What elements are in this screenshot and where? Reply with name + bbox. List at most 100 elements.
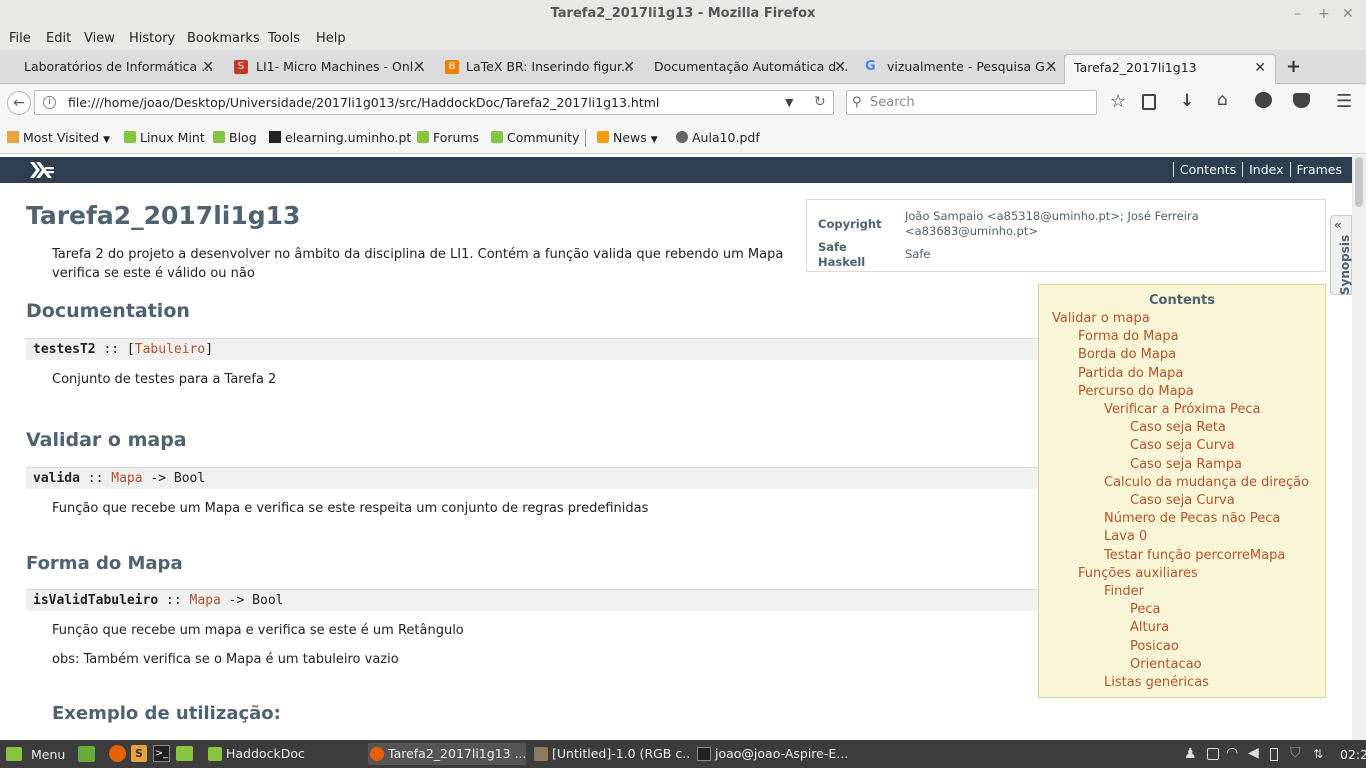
home-icon[interactable]: ⌂ bbox=[1217, 90, 1228, 110]
bookmark-community[interactable]: Community bbox=[491, 130, 579, 145]
task-terminal[interactable]: joao@joao-Aspire-E... bbox=[695, 743, 850, 765]
hamburger-menu-icon[interactable]: ☰ bbox=[1336, 93, 1352, 111]
bookmark-news[interactable]: News ▼ bbox=[597, 130, 658, 145]
toc-link[interactable]: Finder bbox=[1104, 584, 1144, 599]
scrollbar-thumb[interactable] bbox=[1355, 157, 1363, 207]
page-scrollbar[interactable] bbox=[1352, 155, 1366, 740]
bookmark-aula10[interactable]: Aula10.pdf bbox=[676, 130, 760, 145]
toc-link[interactable]: Partida do Mapa bbox=[1078, 366, 1183, 381]
menu-bookmarks[interactable]: Bookmarks bbox=[187, 31, 260, 46]
clock[interactable]: 02:29 bbox=[1340, 747, 1366, 762]
bookmark-forums[interactable]: Forums bbox=[417, 130, 479, 145]
pocket-icon[interactable] bbox=[1293, 93, 1310, 108]
url-bar[interactable]: i file:///home/joao/Desktop/Universidade… bbox=[34, 90, 834, 115]
toc-link[interactable]: Peca bbox=[1130, 602, 1161, 617]
network-icon[interactable]: ⇅ bbox=[1313, 747, 1323, 761]
menu-edit[interactable]: Edit bbox=[46, 31, 71, 46]
decl-name[interactable]: isValidTabuleiro bbox=[33, 593, 158, 608]
toc-link[interactable]: Percurso do Mapa bbox=[1078, 384, 1194, 399]
shield-icon[interactable]: ⛉ bbox=[1290, 745, 1301, 761]
new-tab-icon[interactable]: + bbox=[1286, 56, 1301, 77]
menu-view[interactable]: View bbox=[84, 31, 115, 46]
reader-list-icon[interactable] bbox=[1142, 94, 1156, 110]
toc-link[interactable]: Testar função percorreMapa bbox=[1104, 548, 1285, 563]
toc-link[interactable]: Forma do Mapa bbox=[1078, 329, 1179, 344]
toc-link[interactable]: Altura bbox=[1130, 620, 1169, 635]
menu-tools[interactable]: Tools bbox=[268, 31, 300, 46]
close-tab-icon[interactable]: ✕ bbox=[202, 54, 214, 80]
search-input[interactable]: ⚲ Search bbox=[846, 90, 1097, 115]
bookmark-most-visited[interactable]: Most Visited ▼ bbox=[7, 130, 110, 145]
minimize-icon[interactable]: – bbox=[1294, 0, 1301, 28]
toc-link[interactable]: Borda do Mapa bbox=[1078, 347, 1176, 362]
toc-link[interactable]: Número de Pecas não Peca bbox=[1104, 511, 1280, 526]
firefox-launcher-icon[interactable] bbox=[109, 745, 126, 762]
type-link[interactable]: Mapa bbox=[190, 593, 221, 608]
close-window-icon[interactable]: ✕ bbox=[1342, 0, 1354, 28]
toc-link[interactable]: Caso seja Curva bbox=[1130, 493, 1235, 508]
toc-link[interactable]: Listas genéricas bbox=[1104, 675, 1209, 690]
reload-icon[interactable]: ↻ bbox=[814, 91, 826, 114]
tab-bar: Laboratórios de Informática ... ✕ S LI1-… bbox=[0, 50, 1366, 84]
close-tab-icon[interactable]: ✕ bbox=[1045, 54, 1057, 80]
header-link-frames[interactable]: Frames bbox=[1289, 162, 1348, 177]
volume-icon[interactable]: ◀ bbox=[1248, 745, 1259, 761]
bookmark-blog[interactable]: Blog bbox=[213, 130, 257, 145]
tab-documentacao[interactable]: Documentação Automática d... ✕ bbox=[650, 54, 850, 84]
toc-link[interactable]: Caso seja Curva bbox=[1130, 438, 1235, 453]
files-launcher-icon[interactable] bbox=[176, 746, 193, 761]
header-link-contents[interactable]: Contents bbox=[1172, 162, 1243, 177]
synopsis-tab[interactable]: « Synopsis bbox=[1330, 215, 1352, 295]
terminal-launcher-icon[interactable]: >_ bbox=[153, 745, 170, 762]
bookmark-linux-mint[interactable]: Linux Mint bbox=[124, 130, 205, 145]
decl-end: ] bbox=[205, 342, 214, 357]
tab-latex[interactable]: B LaTeX BR: Inserindo figur... ✕ bbox=[441, 54, 639, 84]
task-firefox[interactable]: Tarefa2_2017li1g13 ... bbox=[368, 743, 526, 765]
toc-link[interactable]: Caso seja Rampa bbox=[1130, 457, 1242, 472]
toc-link[interactable]: Calculo da mudança de direção bbox=[1104, 475, 1309, 490]
chevron-down-icon[interactable]: ▼ bbox=[785, 91, 793, 114]
hello-chat-icon[interactable] bbox=[1255, 92, 1272, 108]
close-tab-icon[interactable]: ✕ bbox=[413, 54, 425, 80]
close-tab-icon[interactable]: ✕ bbox=[623, 54, 635, 80]
bookmark-label: Aula10.pdf bbox=[692, 130, 760, 145]
tab-li1[interactable]: S LI1- Micro Machines - Onl... ✕ bbox=[229, 54, 429, 84]
description-line: verifica se este é válido ou não bbox=[52, 266, 255, 281]
task-gimp[interactable]: [Untitled]-1.0 (RGB c... bbox=[532, 743, 690, 765]
star-bookmark-icon[interactable]: ☆ bbox=[1110, 91, 1126, 112]
toc-link[interactable]: Lava 0 bbox=[1104, 529, 1147, 544]
close-tab-icon[interactable]: ✕ bbox=[1254, 55, 1266, 81]
toc-link[interactable]: Verificar a Próxima Peca bbox=[1104, 402, 1261, 417]
mint-menu-icon[interactable] bbox=[6, 747, 22, 761]
back-icon[interactable]: ← bbox=[7, 91, 31, 115]
sublime-launcher-icon[interactable]: S bbox=[131, 745, 147, 762]
type-link[interactable]: Tabuleiro bbox=[135, 342, 205, 357]
task-haddockdoc[interactable]: HaddockDoc bbox=[206, 743, 361, 765]
toc-link[interactable]: Caso seja Reta bbox=[1130, 420, 1226, 435]
menu-help[interactable]: Help bbox=[316, 31, 346, 46]
info-icon[interactable]: i bbox=[43, 96, 56, 109]
clipboard-icon[interactable] bbox=[1207, 748, 1219, 760]
close-tab-icon[interactable]: ✕ bbox=[834, 54, 846, 80]
download-icon[interactable]: ↓ bbox=[1180, 91, 1194, 111]
tab-laboratorios[interactable]: Laboratórios de Informática ... ✕ bbox=[4, 54, 220, 84]
decl-name[interactable]: valida bbox=[33, 471, 80, 486]
menu-history[interactable]: History bbox=[129, 31, 175, 46]
toc-link[interactable]: Funções auxiliares bbox=[1078, 566, 1198, 581]
maximize-icon[interactable]: + bbox=[1318, 0, 1330, 28]
toc-link[interactable]: Posicao bbox=[1130, 639, 1179, 654]
tab-vizualmente[interactable]: G vizualmente - Pesquisa G... ✕ bbox=[861, 54, 1061, 84]
battery-icon[interactable] bbox=[1270, 748, 1278, 761]
type-link[interactable]: Mapa bbox=[111, 471, 142, 486]
show-desktop-icon[interactable] bbox=[78, 746, 95, 762]
bookmark-elearning[interactable]: elearning.uminho.pt bbox=[269, 130, 411, 145]
toc-link[interactable]: Validar o mapa bbox=[1052, 311, 1150, 326]
start-menu-label[interactable]: Menu bbox=[31, 747, 65, 762]
tab-tarefa2[interactable]: Tarefa2_2017li1g13 ✕ bbox=[1064, 54, 1276, 84]
toc-link[interactable]: Orientacao bbox=[1130, 657, 1202, 672]
menu-file[interactable]: File bbox=[9, 31, 31, 46]
user-icon[interactable]: ♟ bbox=[1184, 746, 1197, 762]
decl-name[interactable]: testesT2 bbox=[33, 342, 96, 357]
header-link-index[interactable]: Index bbox=[1242, 162, 1290, 177]
wifi-icon[interactable]: ◠ bbox=[1226, 745, 1238, 761]
